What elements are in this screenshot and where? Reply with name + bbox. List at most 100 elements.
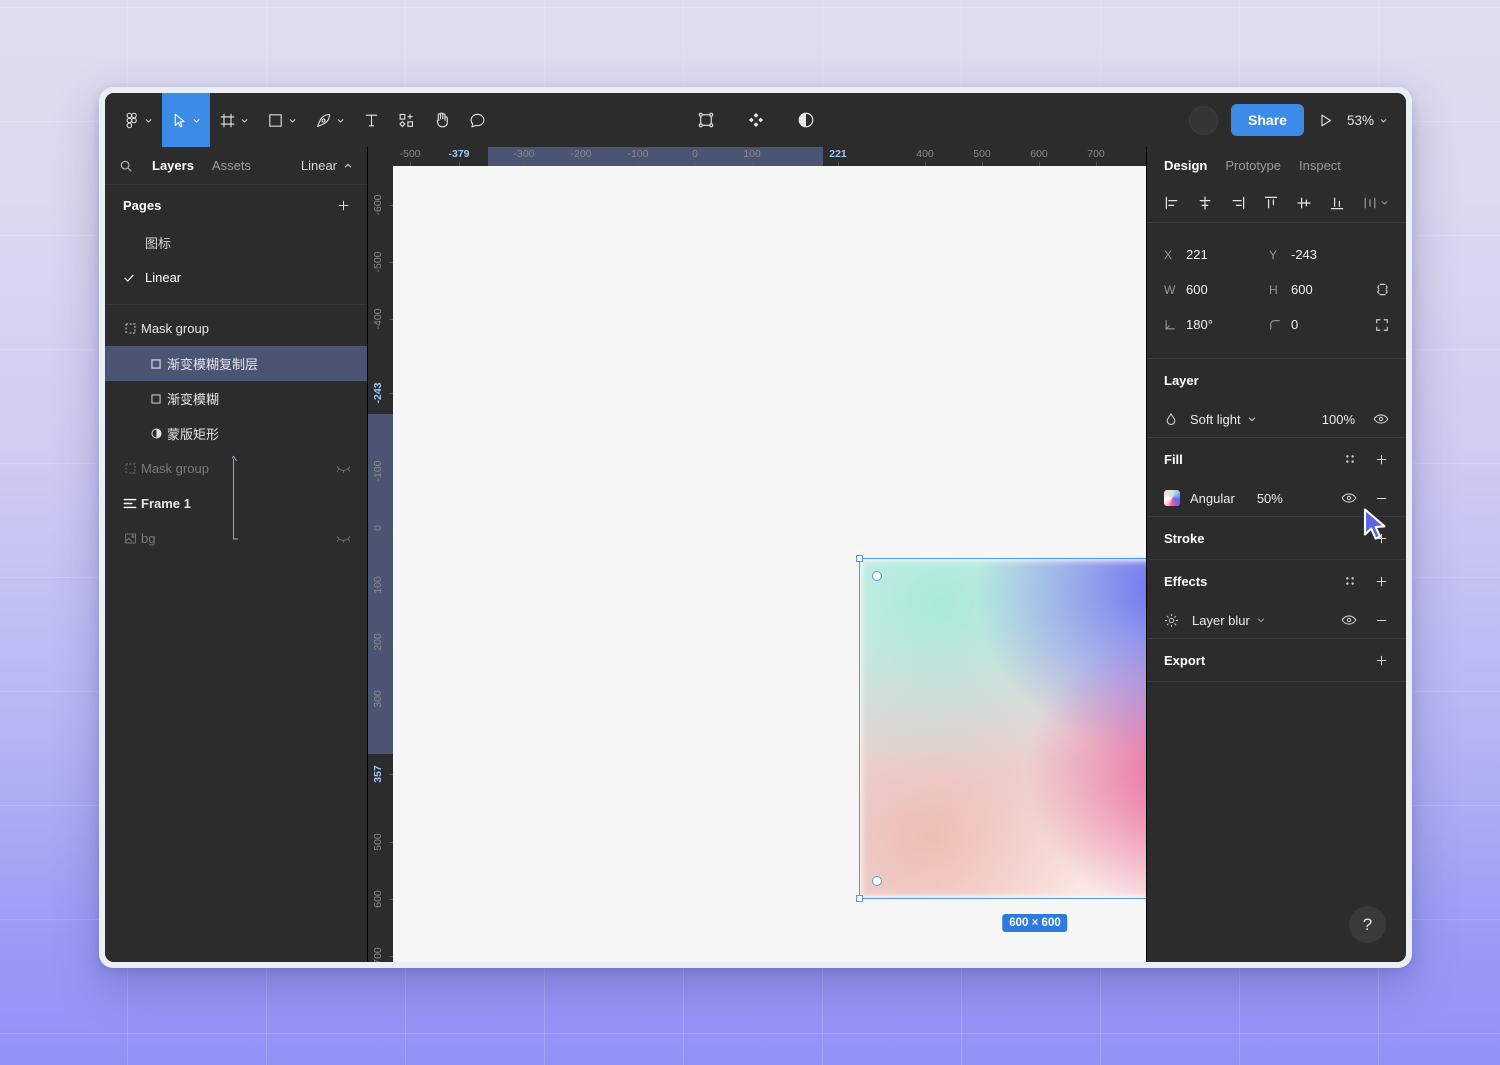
add-fill-button[interactable] bbox=[1374, 452, 1389, 467]
w-value[interactable]: 600 bbox=[1186, 282, 1208, 297]
tab-inspect[interactable]: Inspect bbox=[1299, 158, 1341, 173]
layer-section-title: Layer bbox=[1164, 372, 1199, 388]
share-button[interactable]: Share bbox=[1231, 104, 1304, 136]
ruler-tick: 600 bbox=[372, 890, 384, 908]
ruler-tick: -100 bbox=[627, 148, 649, 160]
play-icon[interactable] bbox=[1317, 112, 1334, 129]
corner-radius-value[interactable]: 0 bbox=[1291, 317, 1298, 332]
layer-row[interactable]: Frame 1 bbox=[105, 486, 367, 521]
components-tool-icon[interactable] bbox=[389, 93, 424, 147]
eye-closed-icon[interactable] bbox=[336, 533, 351, 544]
ruler-tick: 100 bbox=[743, 148, 761, 160]
shape-tool-icon[interactable] bbox=[258, 93, 306, 147]
fill-opacity-value[interactable]: 50% bbox=[1257, 491, 1283, 506]
ruler-tick: -600 bbox=[372, 194, 384, 216]
pen-tool-icon[interactable] bbox=[306, 93, 354, 147]
layer-row[interactable]: 渐变模糊复制层 bbox=[105, 346, 367, 381]
h-value[interactable]: 600 bbox=[1291, 282, 1313, 297]
layers-panel-header: Layers Assets Linear bbox=[105, 147, 367, 185]
align-bottom-icon[interactable] bbox=[1329, 195, 1345, 211]
rotation-value[interactable]: 180° bbox=[1186, 317, 1213, 332]
check-icon bbox=[123, 272, 143, 284]
ruler-tick-mark bbox=[389, 262, 393, 263]
ruler-tick: -100 bbox=[372, 460, 384, 482]
page-label: Linear bbox=[145, 270, 182, 285]
align-top-icon[interactable] bbox=[1263, 195, 1279, 211]
layer-row[interactable]: 蒙版矩形 bbox=[105, 416, 367, 451]
plugins-icon[interactable] bbox=[738, 93, 774, 147]
avatar[interactable] bbox=[1189, 105, 1219, 135]
align-horizontal-center-icon[interactable] bbox=[1197, 195, 1213, 211]
align-vertical-center-icon[interactable] bbox=[1296, 195, 1312, 211]
add-stroke-button[interactable] bbox=[1374, 531, 1389, 546]
move-tool-icon[interactable] bbox=[162, 93, 210, 147]
remove-fill-button[interactable] bbox=[1374, 491, 1389, 506]
x-value[interactable]: 221 bbox=[1186, 247, 1208, 262]
add-effect-button[interactable] bbox=[1374, 574, 1389, 589]
chevron-down-icon bbox=[1257, 618, 1265, 623]
image-icon bbox=[119, 532, 141, 545]
layer-label: bg bbox=[141, 531, 156, 546]
eye-icon[interactable] bbox=[1341, 492, 1357, 504]
mask-shape-icon bbox=[145, 427, 167, 440]
page-item-linear[interactable]: Linear bbox=[105, 260, 367, 295]
comment-tool-icon[interactable] bbox=[460, 93, 495, 147]
fill-styles-icon[interactable] bbox=[1343, 452, 1357, 466]
page-selector[interactable]: Linear bbox=[301, 158, 353, 173]
mask-group-icon bbox=[119, 322, 141, 335]
tab-prototype[interactable]: Prototype bbox=[1225, 158, 1281, 173]
y-value[interactable]: -243 bbox=[1291, 247, 1317, 262]
fill-type-label[interactable]: Angular bbox=[1190, 491, 1235, 506]
tab-layers[interactable]: Layers bbox=[143, 158, 203, 173]
layer-opacity-value[interactable]: 100% bbox=[1322, 412, 1355, 427]
resize-handle-bottom-left[interactable] bbox=[856, 895, 863, 902]
align-left-icon[interactable] bbox=[1164, 195, 1180, 211]
page-item-icons[interactable]: 图标 bbox=[105, 225, 367, 260]
export-section-header: Export bbox=[1147, 639, 1406, 681]
canvas-area[interactable]: -500 -379 -300 -200 -100 0 100 221 400 500 600 700 … bbox=[368, 147, 1146, 962]
ruler-tick: -400 bbox=[372, 308, 384, 330]
transform-properties: X 221 Y -243 W 600 H 600 180° 0 bbox=[1147, 223, 1406, 359]
ruler-tick-mark bbox=[389, 205, 393, 206]
effect-styles-icon[interactable] bbox=[1343, 574, 1357, 588]
layer-row[interactable]: 渐变模糊 bbox=[105, 381, 367, 416]
layer-row[interactable]: Mask group bbox=[105, 451, 367, 486]
effect-type-dropdown[interactable]: Layer blur bbox=[1192, 613, 1266, 628]
eye-icon[interactable] bbox=[1373, 413, 1389, 425]
distribute-more-icon[interactable] bbox=[1362, 195, 1389, 211]
stroke-section-title: Stroke bbox=[1164, 530, 1205, 546]
blend-mode-icon bbox=[1164, 412, 1190, 426]
layer-label: 蒙版矩形 bbox=[167, 427, 220, 442]
add-page-button[interactable] bbox=[336, 198, 351, 213]
scale-tool-icon[interactable] bbox=[688, 93, 724, 147]
ruler-tick-mark bbox=[695, 162, 696, 166]
remove-effect-button[interactable] bbox=[1374, 613, 1389, 628]
text-tool-icon[interactable] bbox=[354, 93, 389, 147]
eye-closed-icon[interactable] bbox=[336, 463, 351, 474]
layer-row[interactable]: bg bbox=[105, 521, 367, 556]
tab-design[interactable]: Design bbox=[1164, 158, 1207, 173]
contrast-icon[interactable] bbox=[788, 93, 824, 147]
gradient-artboard[interactable] bbox=[862, 561, 1146, 896]
tab-assets[interactable]: Assets bbox=[203, 158, 260, 173]
hand-tool-icon[interactable] bbox=[424, 93, 460, 147]
help-button[interactable]: ? bbox=[1349, 906, 1386, 943]
position-row: X 221 Y -243 bbox=[1164, 237, 1389, 272]
figma-menu-icon[interactable] bbox=[114, 93, 162, 147]
add-export-button[interactable] bbox=[1374, 653, 1389, 668]
frame-tool-icon[interactable] bbox=[210, 93, 258, 147]
align-right-icon[interactable] bbox=[1230, 195, 1246, 211]
ruler-tick: 500 bbox=[973, 148, 991, 160]
eye-icon[interactable] bbox=[1341, 614, 1357, 626]
export-section-title: Export bbox=[1164, 652, 1206, 668]
fill-swatch[interactable] bbox=[1164, 490, 1190, 506]
independent-corners-icon[interactable] bbox=[1375, 318, 1389, 332]
blend-mode-dropdown[interactable]: Soft light bbox=[1190, 412, 1257, 427]
zoom-control[interactable]: 53% bbox=[1347, 113, 1388, 128]
ruler-tick-mark bbox=[638, 162, 639, 166]
constrain-proportions-icon[interactable] bbox=[1376, 282, 1389, 297]
layer-row[interactable]: Mask group bbox=[105, 311, 367, 346]
canvas-viewport[interactable]: 600 × 600 Frame 1 bbox=[393, 166, 1146, 962]
search-icon[interactable] bbox=[119, 159, 133, 173]
ruler-tick-mark bbox=[389, 956, 393, 957]
